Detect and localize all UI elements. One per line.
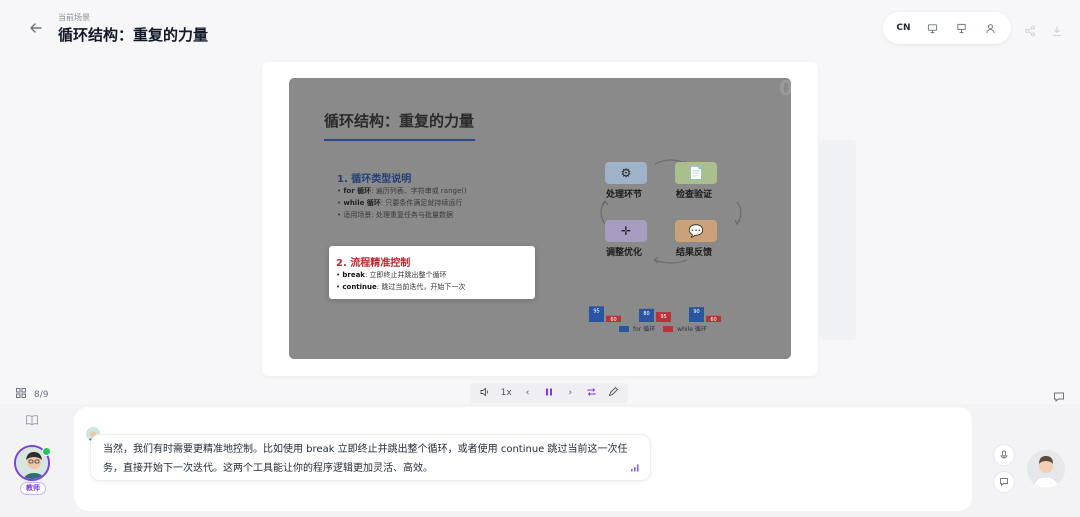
- language-toggle[interactable]: CN: [893, 17, 915, 39]
- bar-data-label: 80: [643, 311, 649, 317]
- cycle-step-check: 📄: [675, 162, 717, 184]
- legend-label: while 循环: [677, 326, 707, 333]
- message-button[interactable]: [993, 471, 1015, 493]
- volume-icon[interactable]: [478, 387, 492, 400]
- loop-icon[interactable]: [585, 387, 599, 400]
- slide-stage: 08 循环结构：重复的力量 1. 循环类型说明 • for 循环: 遍历列表、字…: [262, 62, 818, 376]
- grid-icon[interactable]: [16, 388, 26, 401]
- microphone-button[interactable]: [993, 444, 1015, 466]
- section1-bullet: • 适用场景: 处理重复任务与批量数据: [337, 211, 453, 219]
- prev-icon[interactable]: ‹: [521, 388, 535, 398]
- microphone-icon: [1000, 450, 1008, 459]
- audio-signal-icon: [631, 464, 639, 472]
- section2-bullet: • break: 立即终止并跳出整个循环: [336, 271, 447, 279]
- slide-title: 循环结构：重复的力量: [324, 112, 475, 130]
- chat-bubble-icon: 💬: [688, 224, 704, 238]
- cycle-step-process: ⚙: [605, 162, 647, 184]
- cycle-label: 结果反馈: [676, 248, 713, 258]
- user-avatar[interactable]: [1027, 450, 1065, 488]
- message-icon: [1000, 478, 1008, 487]
- cycle-label: 调整优化: [606, 248, 643, 258]
- cycle-label: 处理环节: [606, 190, 643, 200]
- slide-progress: 8/9: [16, 388, 48, 401]
- bar-data-label: 95: [593, 308, 599, 314]
- playback-controls: 1x ‹ ›: [470, 383, 628, 403]
- cycle-label: 检查验证: [676, 190, 713, 200]
- pen-icon[interactable]: [606, 386, 620, 400]
- next-slide-preview: [820, 140, 856, 340]
- breadcrumb: 当前场景: [58, 13, 90, 22]
- crosshair-icon: ✛: [620, 224, 632, 238]
- bar-data-label: 60: [710, 317, 716, 323]
- comment-icon[interactable]: [1053, 388, 1065, 403]
- legend-swatch-for: [619, 325, 629, 332]
- back-arrow-icon[interactable]: [28, 20, 44, 36]
- pause-icon[interactable]: [542, 387, 556, 400]
- section2-title: 2. 流程精准控制: [336, 258, 411, 269]
- download-icon[interactable]: [1051, 22, 1063, 37]
- section2-callout: 2. 流程精准控制 • break: 立即终止并跳出整个循环 • continu…: [329, 246, 535, 299]
- bar-chart: 95 60 80 95 90 60: [589, 306, 721, 323]
- page-title: 循环结构：重复的力量: [58, 26, 209, 44]
- book-icon[interactable]: [25, 412, 39, 426]
- slide-canvas: 08 循环结构：重复的力量 1. 循环类型说明 • for 循环: 遍历列表、字…: [289, 78, 791, 359]
- user-icon[interactable]: [980, 17, 1002, 39]
- legend-label: for 循环: [633, 326, 656, 333]
- bar-data-label: 95: [660, 314, 666, 320]
- chat-message-text: 当然，我们有时需要更精准地控制。比如使用 break 立即终止并跳出整个循环，或…: [103, 444, 628, 474]
- header: 当前场景 循环结构：重复的力量 CN: [0, 0, 1080, 55]
- header-toolbar: CN: [883, 12, 1011, 44]
- monitor-icon[interactable]: [922, 17, 944, 39]
- section1-bullet: • while 循环: 只要条件满足就持续运行: [337, 199, 463, 207]
- document-icon: 📄: [688, 166, 704, 180]
- slide-number: 08: [779, 78, 791, 100]
- bar-data-label: 60: [610, 317, 616, 323]
- teacher-tag: 教师: [20, 482, 46, 495]
- speed-button[interactable]: 1x: [499, 388, 513, 398]
- chat-message-bubble: 当然，我们有时需要更精准地控制。比如使用 break 立即终止并跳出整个循环，或…: [90, 434, 651, 481]
- section2-bullet: • continue: 跳过当前迭代，开始下一次: [336, 283, 466, 291]
- progress-count: 8/9: [34, 389, 49, 400]
- section1-title: 1. 循环类型说明: [337, 174, 412, 185]
- share-icon[interactable]: [1024, 22, 1036, 37]
- section1-bullet: • for 循环: 遍历列表、字符串或 range(): [337, 187, 467, 195]
- title-underline: [324, 139, 475, 141]
- gear-icon: ⚙: [620, 166, 632, 180]
- legend-swatch-while: [663, 325, 674, 332]
- online-status-dot: [42, 447, 51, 456]
- cycle-step-feedback: 💬: [675, 220, 717, 242]
- presentation-icon[interactable]: [951, 17, 973, 39]
- cycle-step-optimize: ✛: [605, 220, 647, 242]
- chart-legend: for 循环 while 循环: [619, 324, 707, 333]
- bar-data-label: 90: [693, 309, 699, 315]
- next-icon[interactable]: ›: [563, 388, 577, 398]
